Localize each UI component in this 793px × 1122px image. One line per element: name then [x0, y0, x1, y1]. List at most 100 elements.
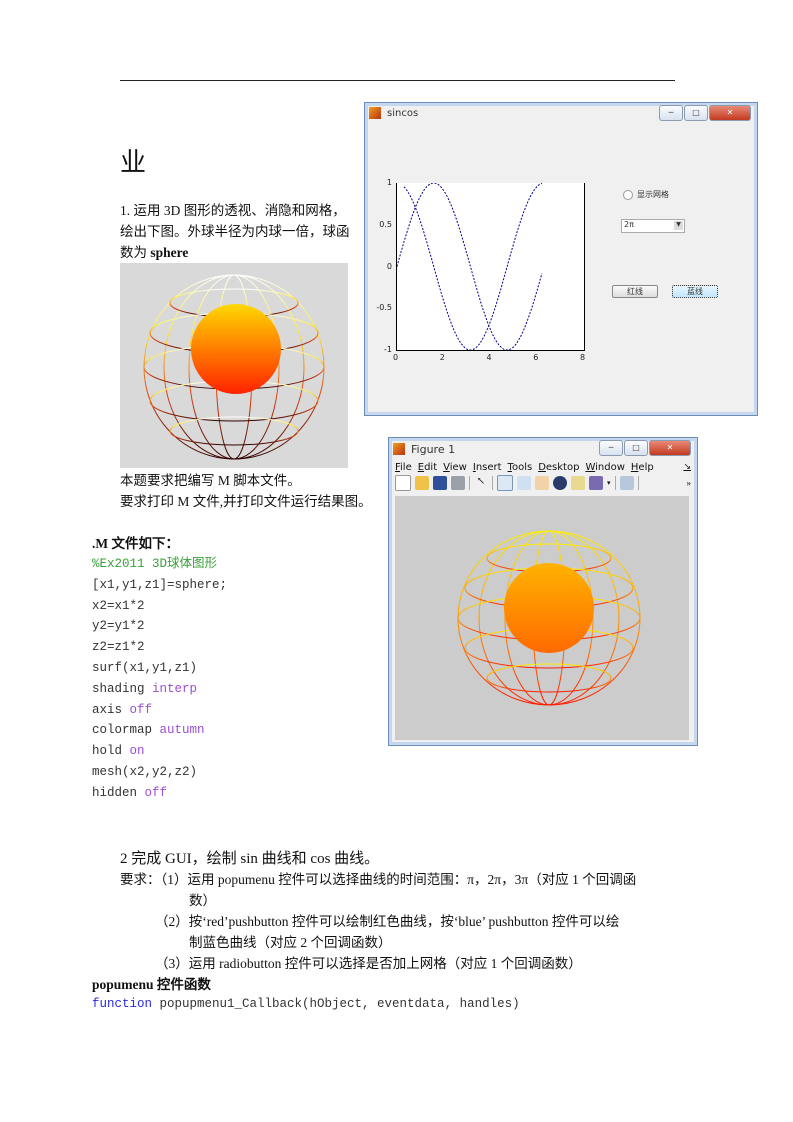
- menu-file[interactable]: File: [395, 462, 412, 473]
- code-line: hidden off: [92, 785, 168, 800]
- zoom-out-icon[interactable]: [517, 476, 531, 490]
- new-file-icon[interactable]: [395, 475, 411, 491]
- menu-view[interactable]: View: [443, 462, 467, 473]
- inner-solid-sphere: [191, 304, 281, 394]
- code-line: colormap autumn: [92, 723, 205, 738]
- x-tick-label: 2: [439, 353, 445, 362]
- series-cos: [403, 183, 543, 350]
- code-line: y2=y1*2: [92, 619, 145, 634]
- toolbar-separator: [614, 476, 616, 490]
- section-heading: 业: [120, 148, 147, 177]
- task1-line: 绘出下图。外球半径为内球一倍，球函: [120, 224, 350, 239]
- y-tick-label: 1: [386, 178, 392, 187]
- code-line: shading interp: [92, 681, 198, 696]
- x-tick-label: 4: [486, 353, 492, 362]
- brush-dropdown-icon[interactable]: ▾: [607, 479, 611, 487]
- sphere-plot: [457, 530, 641, 706]
- code-line: axis off: [92, 702, 153, 717]
- task2-requirement-1: 要求：（1）运用 popumenu 控件可以选择曲线的时间范围：π，2π，3π（…: [120, 872, 637, 887]
- task1-line: 1. 运用 3D 图形的透视、消隐和网格，: [120, 203, 346, 218]
- menu-help[interactable]: Help: [631, 462, 654, 473]
- sincos-titlebar[interactable]: sincos ─ □ ✕: [365, 103, 757, 123]
- y-tick-label: -0.5: [376, 303, 392, 313]
- menu-bar: File Edit View Insert Tools Desktop Wind…: [389, 460, 697, 474]
- sphere-plot: [143, 274, 325, 460]
- menu-edit[interactable]: Edit: [418, 462, 437, 473]
- function-signature: function popupmenu1_Callback(hObject, ev…: [92, 997, 520, 1011]
- maximize-button[interactable]: □: [684, 105, 708, 121]
- code-line: surf(x1,y1,z1): [92, 660, 198, 675]
- minimize-button[interactable]: ─: [599, 440, 623, 456]
- sincos-chart: [397, 183, 543, 350]
- data-cursor-icon[interactable]: [571, 476, 585, 490]
- mfile-heading: .M 文件如下：: [92, 536, 179, 551]
- minimize-button[interactable]: ─: [659, 105, 683, 121]
- sincos-window: sincos ─ □ ✕ 显示网格 2π ▼ 红线 蓝线 1 0.5 0 -0.5 -1…: [364, 102, 758, 416]
- y-tick-label: -1: [384, 345, 392, 354]
- menu-tools[interactable]: Tools: [508, 462, 533, 473]
- task1-line: 数为 sphere: [120, 245, 189, 260]
- task2-requirement-2-cont: 制蓝色曲线（对应 2 个回调函数）: [189, 935, 392, 950]
- toolbar-separator: [469, 476, 470, 490]
- series-sin: [397, 183, 543, 350]
- blue-line-button[interactable]: 蓝线: [672, 285, 718, 298]
- task1-requirement-1: 本题要求把编写 M 脚本文件。: [120, 473, 301, 488]
- code-line: [x1,y1,z1]=sphere;: [92, 577, 228, 592]
- time-range-popupmenu[interactable]: 2π ▼: [621, 219, 685, 233]
- window-title: Figure 1: [411, 442, 456, 456]
- y-tick-label: 0.5: [379, 219, 392, 229]
- x-tick-label: 8: [580, 353, 586, 362]
- task1-requirement-2: 要求打印 M 文件,并打印文件运行结果图。: [120, 494, 372, 509]
- task2-title: 2 完成 GUI，绘制 sin 曲线和 cos 曲线。: [120, 851, 380, 867]
- task2-requirement-2: （2）按‘red’pushbutton 控件可以绘制红色曲线，按‘blue’ p…: [155, 914, 620, 929]
- y-tick-label: 0: [386, 261, 392, 271]
- plot-tools-icon[interactable]: [619, 476, 634, 490]
- menu-insert[interactable]: Insert: [473, 462, 502, 473]
- figure-canvas: [395, 496, 689, 740]
- open-folder-icon[interactable]: [415, 476, 429, 490]
- toolbar-separator: [492, 476, 493, 490]
- menu-desktop[interactable]: Desktop: [538, 462, 579, 473]
- code-line: x2=x1*2: [92, 598, 145, 613]
- code-line: %Ex2011 3D球体图形: [92, 557, 218, 571]
- inner-solid-sphere: [504, 563, 594, 653]
- task2-requirement-3: （3）运用 radiobutton 控件可以选择是否加上网格（对应 1 个回调函…: [155, 956, 582, 971]
- toolbar-overflow-icon[interactable]: »: [687, 478, 692, 488]
- header-rule: [120, 80, 675, 81]
- figure-toolbar: ↖ ▾ »: [389, 474, 697, 492]
- zoom-in-icon[interactable]: [497, 475, 513, 491]
- matlab-logo-icon: [393, 443, 405, 455]
- sphere-keyword: sphere: [150, 245, 189, 260]
- grid-radio-label: 显示网格: [637, 190, 669, 199]
- popup-value: 2π: [624, 220, 634, 229]
- red-line-button[interactable]: 红线: [612, 285, 658, 298]
- rotate-icon[interactable]: [553, 476, 567, 490]
- close-button[interactable]: ✕: [709, 105, 751, 121]
- grid-radio-button[interactable]: [623, 190, 633, 200]
- mfile-code: %Ex2011 3D球体图形 [x1,y1,z1]=sphere; x2=x1*…: [92, 554, 227, 804]
- code-line: hold on: [92, 744, 145, 759]
- plot-axes: [396, 183, 585, 351]
- menu-overflow-icon[interactable]: ↘: [683, 462, 691, 472]
- print-icon[interactable]: [451, 476, 465, 490]
- figure-titlebar[interactable]: Figure 1 ─ □ ✕: [389, 438, 697, 460]
- close-button[interactable]: ✕: [649, 440, 691, 456]
- x-tick-label: 6: [533, 353, 539, 362]
- pointer-icon[interactable]: ↖: [474, 476, 488, 490]
- figure-window: Figure 1 ─ □ ✕ File Edit View Insert Too…: [388, 437, 698, 746]
- window-title: sincos: [387, 107, 419, 119]
- dropdown-arrow-icon[interactable]: ▼: [674, 221, 683, 230]
- brush-icon[interactable]: [589, 476, 603, 490]
- maximize-button[interactable]: □: [624, 440, 648, 456]
- pan-hand-icon[interactable]: [535, 476, 549, 490]
- menu-window[interactable]: Window: [585, 462, 624, 473]
- task1-text: 1. 运用 3D 图形的透视、消隐和网格， 绘出下图。外球半径为内球一倍，球函 …: [120, 200, 360, 263]
- toolbar-separator: [637, 476, 639, 490]
- popumenu-heading: popumenu 控件函数: [92, 977, 211, 992]
- code-line: z2=z1*2: [92, 640, 145, 655]
- save-icon[interactable]: [433, 476, 447, 490]
- task2-requirement-1-cont: 数）: [189, 893, 216, 908]
- matlab-logo-icon: [369, 107, 381, 119]
- x-tick-label: 0: [393, 353, 399, 362]
- sphere-figure-image: [120, 263, 348, 468]
